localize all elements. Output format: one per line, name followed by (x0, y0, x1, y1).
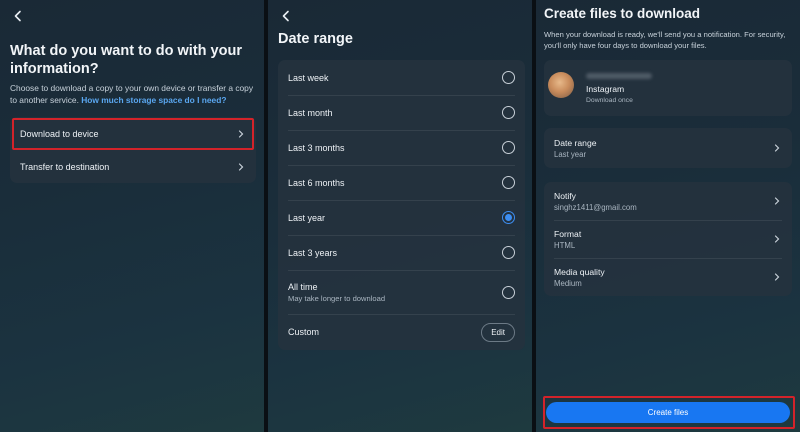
setting-value: HTML (554, 240, 576, 250)
download-options-screen: What do you want to do with your informa… (0, 0, 264, 432)
option-label: All time (288, 281, 318, 292)
format-row[interactable]: Format HTML (544, 220, 792, 258)
chevron-right-icon (236, 162, 246, 172)
create-files-button[interactable]: Create files (546, 402, 790, 423)
avatar (548, 72, 574, 98)
setting-value: Last year (554, 149, 587, 159)
back-button[interactable] (8, 6, 28, 26)
date-range-screen: Date range Last week Last month Last 3 m… (268, 0, 532, 432)
range-option-last-year[interactable]: Last year (278, 200, 525, 235)
setting-value: Medium (554, 278, 582, 288)
setting-label: Media quality (554, 266, 605, 277)
page-description: Choose to download a copy to your own de… (10, 82, 256, 106)
range-option-last-6-months[interactable]: Last 6 months (278, 165, 525, 200)
storage-space-link[interactable]: How much storage space do I need? (81, 95, 226, 105)
radio-button[interactable] (502, 141, 515, 154)
blurred-username (586, 73, 652, 79)
setting-label: Format (554, 228, 582, 239)
option-label: Transfer to destination (20, 161, 110, 172)
option-label: Last 3 months (288, 142, 345, 153)
radio-button[interactable] (502, 285, 515, 299)
options-card: Download to device Transfer to destinati… (10, 117, 256, 183)
account-card (544, 60, 792, 116)
radio-button[interactable] (502, 106, 515, 119)
setting-value: singhz1411@gmail.com (554, 202, 637, 212)
option-label: Last week (288, 72, 329, 83)
page-description: When your download is ready, we'll send … (544, 30, 786, 50)
chevron-right-icon (772, 143, 782, 153)
chevron-right-icon (772, 272, 782, 282)
transfer-to-destination-option[interactable]: Transfer to destination (10, 150, 256, 183)
option-label: Last 6 months (288, 177, 345, 188)
settings-card: Notify singhz1411@gmail.com Format HTML … (544, 182, 792, 296)
range-option-last-3-years[interactable]: Last 3 years (278, 235, 525, 270)
date-range-card: Last week Last month Last 3 months Last … (278, 60, 525, 350)
page-title: What do you want to do with your informa… (10, 43, 242, 77)
account-app: Instagram (586, 84, 625, 94)
download-to-device-option[interactable]: Download to device (10, 117, 256, 150)
range-option-all-time[interactable]: All time May take longer to download (278, 270, 525, 314)
radio-button[interactable] (502, 176, 515, 189)
account-download-note: Download once (586, 97, 633, 104)
media-quality-row[interactable]: Media quality Medium (544, 258, 792, 296)
notify-row[interactable]: Notify singhz1411@gmail.com (544, 182, 792, 220)
radio-button[interactable] (502, 246, 515, 259)
option-label: Last 3 years (288, 247, 338, 258)
range-option-last-3-months[interactable]: Last 3 months (278, 130, 525, 165)
option-label: Last month (288, 107, 333, 118)
edit-button[interactable]: Edit (481, 322, 515, 342)
chevron-right-icon (772, 196, 782, 206)
radio-button-selected[interactable] (502, 211, 515, 224)
date-range-card: Date range Last year (544, 128, 792, 168)
page-title: Date range (278, 31, 353, 47)
radio-button[interactable] (502, 71, 515, 84)
date-range-row[interactable]: Date range Last year (544, 128, 792, 168)
create-files-screen: Create files to download When your downl… (536, 0, 800, 432)
range-option-last-month[interactable]: Last month (278, 95, 525, 130)
chevron-left-icon (282, 10, 289, 22)
setting-label: Notify (554, 190, 576, 201)
option-sublabel: May take longer to download (288, 293, 386, 303)
chevron-right-icon (772, 234, 782, 244)
option-label: Last year (288, 212, 326, 223)
chevron-right-icon (236, 129, 246, 139)
range-option-custom: Custom Edit (278, 314, 525, 350)
option-label: Download to device (20, 128, 99, 139)
range-option-last-week[interactable]: Last week (278, 60, 525, 95)
back-button[interactable] (276, 6, 296, 26)
setting-label: Date range (554, 137, 597, 148)
chevron-left-icon (14, 10, 21, 22)
page-title: Create files to download (544, 6, 701, 21)
option-label: Custom (288, 327, 320, 337)
